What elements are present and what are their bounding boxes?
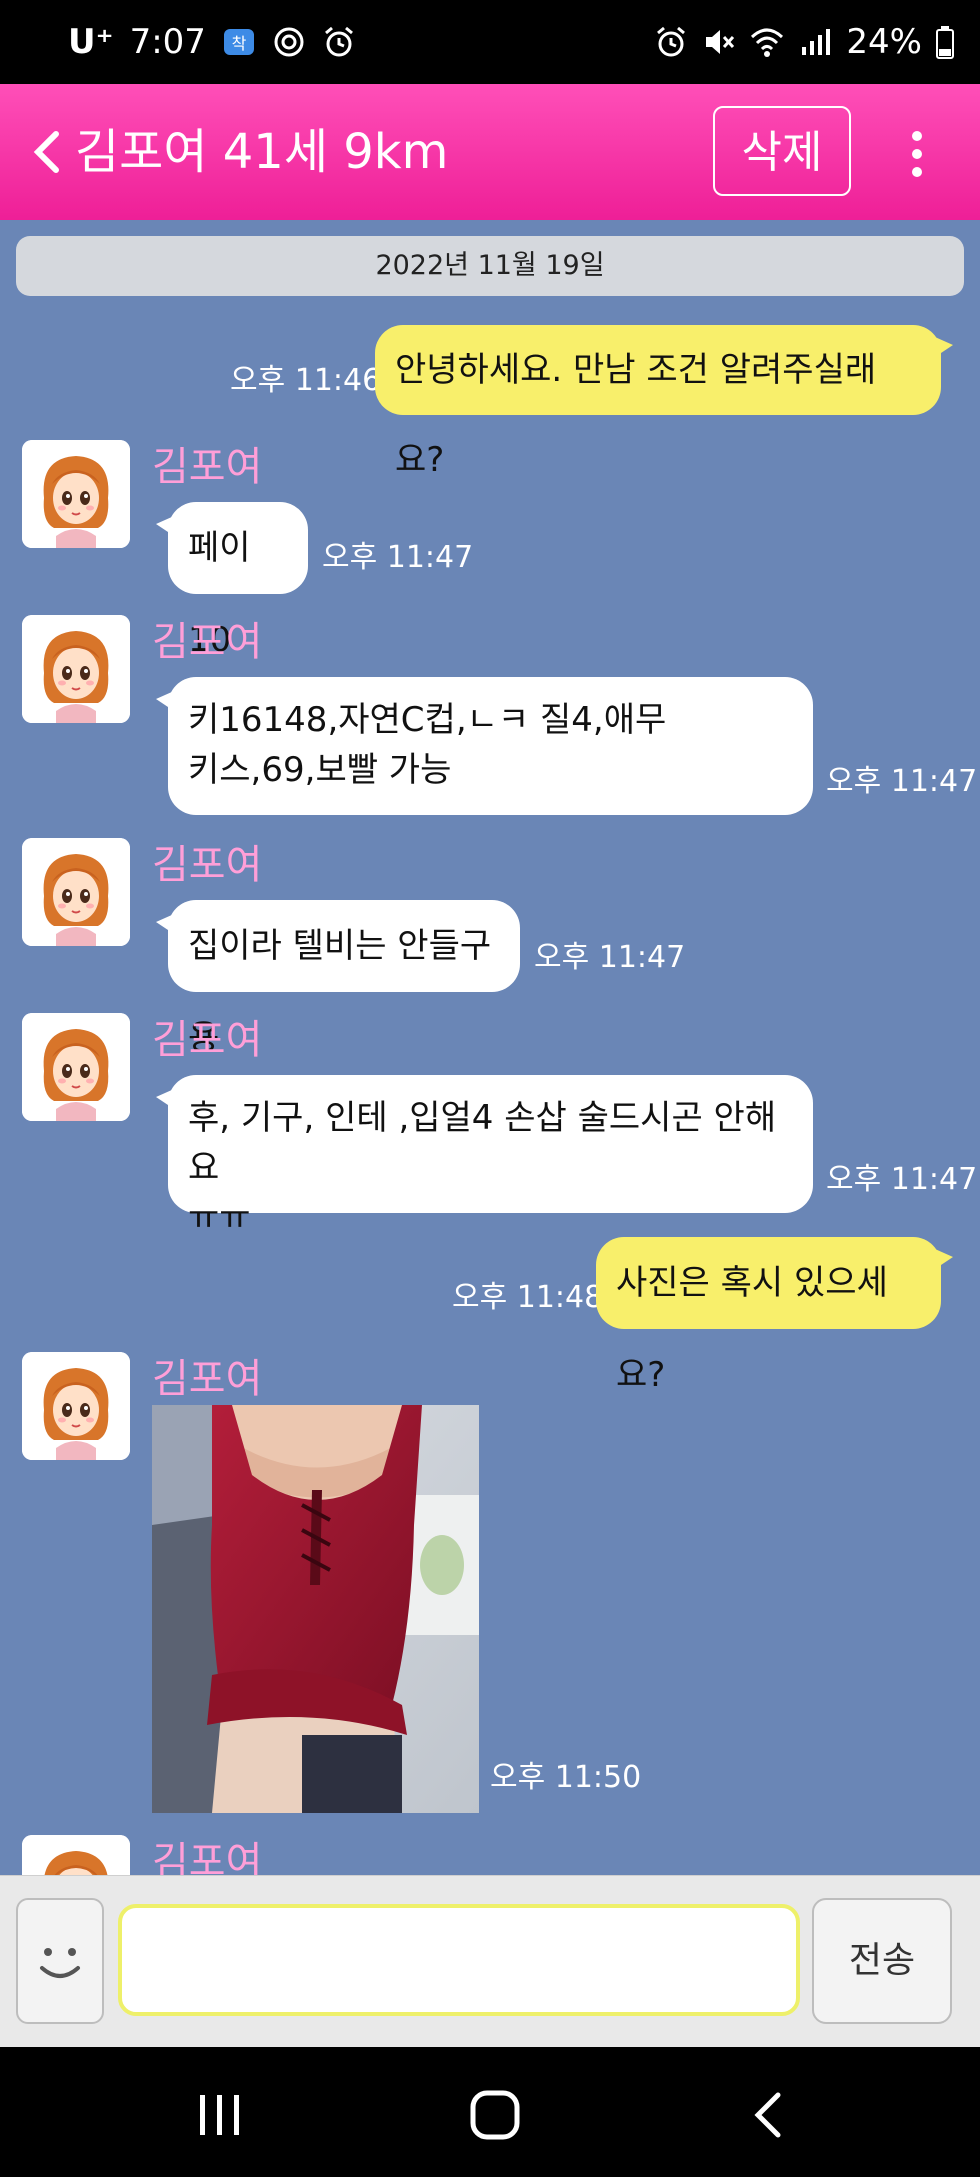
my-message-bubble[interactable]: 사진은 혹시 있으세요? [596, 1237, 953, 1395]
home-icon[interactable] [465, 2085, 525, 2145]
sender-name: 김포여 [152, 842, 263, 888]
sender-name: 김포여 [152, 1017, 263, 1063]
sender-name: 김포여 [152, 1356, 263, 1402]
app-bar: 김포여 41세 9km 삭제 [0, 84, 980, 220]
sender-name: 김포여 [152, 1839, 263, 1875]
avatar[interactable] [22, 1352, 130, 1460]
status-bar: U⁺ 7:07 착 24% [0, 0, 980, 84]
recents-icon[interactable] [190, 2085, 250, 2145]
message-time: 오후 11:47 [322, 540, 474, 575]
my-message-bubble[interactable]: 안녕하세요. 만남 조건 알려주실래요? [375, 325, 953, 480]
mute-icon [706, 30, 735, 54]
message-time: 오후 11:48 [452, 1280, 604, 1315]
their-message-bubble[interactable]: 키16148,자연C컵,ㄴㅋ 질4,애무 키스,69,보빨 가능 [156, 677, 813, 815]
photo-message[interactable] [152, 1405, 479, 1813]
smiley-icon [40, 1948, 80, 1978]
date-divider: 2022년 11월 19일 [16, 236, 964, 296]
their-message-bubble[interactable]: 후, 기구, 인테 ,입얼4 손삽 술드시곤 안해요 ㅠㅠ [156, 1075, 813, 1238]
more-vertical-icon[interactable] [895, 128, 939, 180]
message-time: 오후 11:47 [826, 1162, 978, 1197]
avatar[interactable] [22, 1835, 130, 1875]
system-navigation-bar [0, 2047, 980, 2177]
emoji-button[interactable] [16, 1898, 104, 2024]
their-message-bubble[interactable]: 페이10 [156, 502, 308, 660]
sender-name: 김포여 [152, 619, 263, 665]
chevron-left-icon[interactable] [28, 128, 68, 176]
clock: 7:07 [129, 22, 206, 62]
sender-name: 김포여 [152, 444, 263, 490]
chat-area[interactable]: 2022년 11월 19일 오후 11:46 안녕하세요. 만남 조건 알려주실… [0, 220, 980, 1875]
message-time: 오후 11:50 [490, 1760, 642, 1795]
battery-icon [936, 26, 954, 59]
avatar[interactable] [22, 615, 130, 723]
alarm-icon [324, 26, 353, 57]
message-input[interactable] [118, 1904, 800, 2016]
avatar[interactable] [22, 838, 130, 946]
svg-text:착: 착 [232, 34, 247, 53]
their-message-bubble[interactable]: 집이라 텔비는 안들구용 [156, 900, 520, 1058]
signal-icon [802, 29, 831, 55]
avatar[interactable] [22, 440, 130, 548]
message-time: 오후 11:46 [230, 363, 382, 398]
wifi-icon [751, 28, 784, 57]
avatar[interactable] [22, 1013, 130, 1121]
back-icon[interactable] [740, 2085, 800, 2145]
app-notification-icon: 착 [223, 29, 254, 55]
battery-percent: 24% [846, 22, 922, 62]
message-time: 오후 11:47 [826, 764, 978, 799]
alarm-icon [657, 26, 686, 57]
chat-title: 김포여 41세 9km [75, 124, 449, 180]
delete-button[interactable]: 삭제 [713, 106, 851, 196]
settings-notification-icon [274, 27, 304, 57]
carrier-label: U⁺ [68, 22, 114, 62]
message-composer: 전송 [0, 1875, 980, 2048]
send-button[interactable]: 전송 [812, 1898, 952, 2024]
message-time: 오후 11:47 [534, 940, 686, 975]
